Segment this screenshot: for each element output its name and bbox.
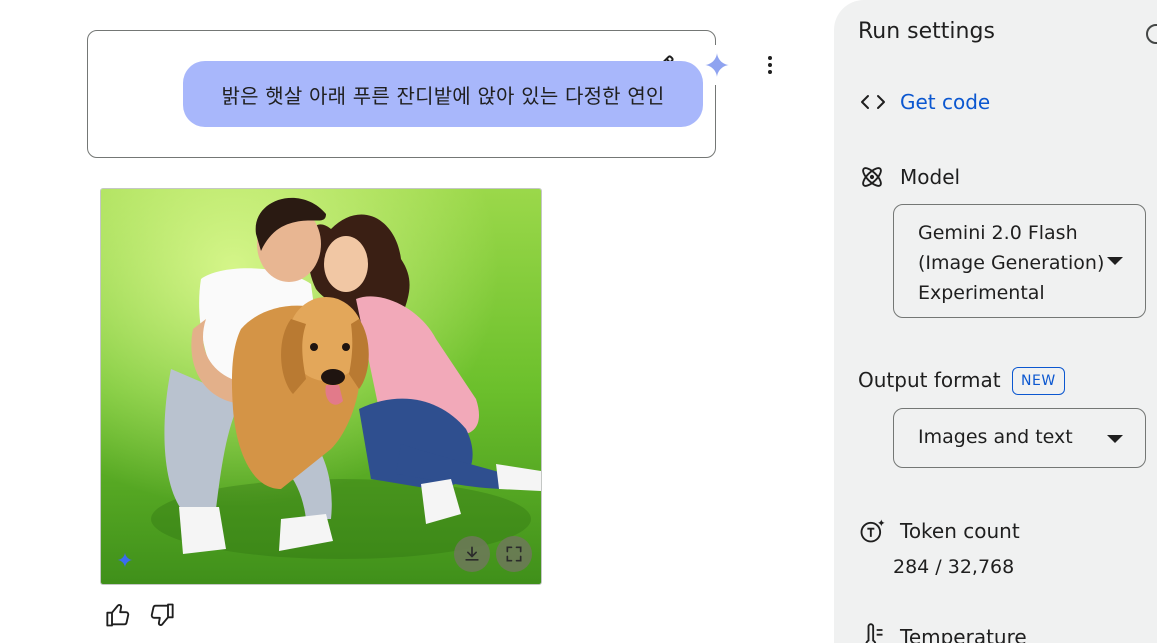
- token-count-header: Token count: [858, 517, 1020, 545]
- token-count-label: Token count: [900, 519, 1020, 543]
- model-value-line1: Gemini 2.0 Flash: [918, 222, 1078, 244]
- code-icon: [861, 95, 885, 109]
- thumb-down-icon: [150, 603, 174, 626]
- generated-image[interactable]: [100, 188, 542, 585]
- model-select[interactable]: Gemini 2.0 Flash (Image Generation) Expe…: [893, 204, 1146, 318]
- model-atom-icon: [862, 167, 882, 187]
- model-section-header: Model: [858, 163, 960, 191]
- thumb-up-icon: [106, 604, 130, 627]
- more-vert-icon: [767, 56, 772, 74]
- sparkle-button[interactable]: [701, 49, 733, 81]
- get-code-link[interactable]: Get code: [860, 90, 990, 114]
- chat-area: 밝은 햇살 아래 푸른 잔디밭에 앉아 있는 다정한 연인: [0, 0, 834, 643]
- panel-title: Run settings: [858, 19, 995, 44]
- sparkle-icon: [117, 552, 133, 568]
- fullscreen-icon: [506, 546, 522, 562]
- generated-photo-couple-with-dog: [101, 189, 541, 584]
- download-icon: [465, 546, 479, 561]
- get-code-label: Get code: [900, 90, 991, 114]
- panel-action-icon[interactable]: [1146, 24, 1157, 44]
- thumb-down-button[interactable]: [146, 600, 176, 630]
- output-format-select[interactable]: Images and text: [893, 408, 1146, 468]
- fullscreen-button[interactable]: [496, 536, 532, 572]
- chevron-down-icon: [1107, 435, 1123, 443]
- thermometer-icon: [865, 623, 883, 643]
- more-options-button[interactable]: [754, 49, 786, 81]
- gemini-sparkle-mark: [117, 552, 133, 568]
- model-label: Model: [900, 165, 961, 189]
- thumb-up-button[interactable]: [104, 600, 134, 630]
- new-badge: NEW: [1012, 367, 1065, 395]
- sparkle-icon: [705, 53, 729, 77]
- temperature-label: Temperature: [900, 625, 1027, 643]
- output-format-value: Images and text: [918, 426, 1073, 448]
- output-format-label: Output format: [858, 368, 1001, 392]
- chevron-down-icon: [1107, 257, 1123, 265]
- model-select-value: Gemini 2.0 Flash (Image Generation) Expe…: [918, 218, 1110, 308]
- download-button[interactable]: [454, 536, 490, 572]
- user-prompt-bubble: 밝은 햇살 아래 푸른 잔디밭에 앉아 있는 다정한 연인: [183, 61, 703, 127]
- run-settings-panel: Run settings Get code Model Gemini 2.0 F…: [834, 0, 1157, 643]
- token-count-value: 284 / 32,768: [893, 556, 1015, 578]
- temperature-header: Temperature: [858, 623, 1027, 643]
- response-feedback: [104, 600, 176, 630]
- token-icon: [860, 519, 885, 543]
- user-prompt-text: 밝은 햇살 아래 푸른 잔디밭에 앉아 있는 다정한 연인: [221, 83, 665, 108]
- model-value-line3: Experimental: [918, 282, 1045, 304]
- model-value-line2: (Image Generation): [918, 252, 1105, 274]
